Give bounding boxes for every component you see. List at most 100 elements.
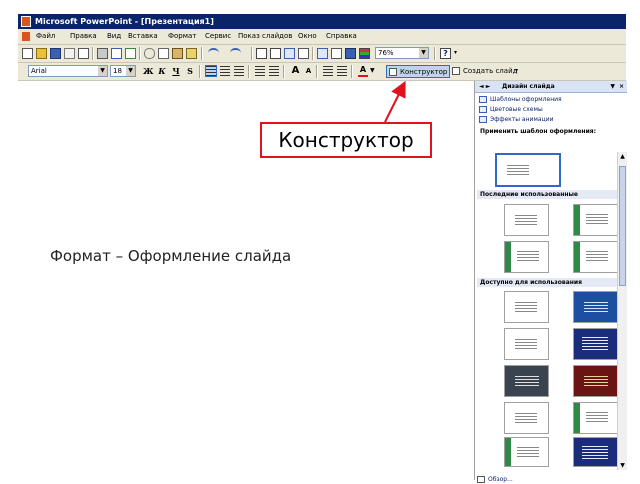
font-size-dropdown-arrow[interactable]: ▼ xyxy=(126,66,135,76)
print-icon[interactable] xyxy=(97,48,108,59)
email-icon[interactable] xyxy=(64,48,75,59)
link-design-templates[interactable]: Шаблоны оформления xyxy=(479,95,562,104)
format-painter-icon[interactable] xyxy=(186,48,197,59)
menu-view[interactable]: Вид xyxy=(105,29,123,44)
zoom-value: 76% xyxy=(378,49,394,57)
task-pane-scrollbar[interactable]: ▲ ▼ xyxy=(617,152,627,470)
cut-icon[interactable] xyxy=(144,48,155,59)
menu-slideshow[interactable]: Показ слайдов xyxy=(236,29,294,44)
show-grid-icon[interactable] xyxy=(345,48,356,59)
shrink-font-button[interactable]: A xyxy=(304,65,313,77)
template-thumbnail[interactable] xyxy=(504,402,549,434)
font-color-dropdown-icon[interactable]: ▼ xyxy=(370,67,375,74)
new-document-icon[interactable] xyxy=(22,48,33,59)
expand-all-icon[interactable] xyxy=(317,48,328,59)
design-button-label: Конструктор xyxy=(400,68,448,76)
template-thumbnail[interactable] xyxy=(504,365,549,397)
print-preview-icon[interactable] xyxy=(111,48,122,59)
menu-bar: Файл Правка Вид Вставка Формат Сервис По… xyxy=(18,29,626,45)
template-thumbnail[interactable] xyxy=(504,437,549,467)
align-center-button[interactable] xyxy=(220,66,230,76)
align-left-button[interactable] xyxy=(205,65,217,77)
annotation-callout: Конструктор xyxy=(260,122,432,158)
help-icon[interactable]: ? xyxy=(440,48,451,59)
menu-file[interactable]: Файл xyxy=(34,29,57,44)
increase-indent-button[interactable] xyxy=(337,66,347,76)
save-icon[interactable] xyxy=(50,48,61,59)
insert-chart-icon[interactable] xyxy=(256,48,267,59)
spelling-icon[interactable] xyxy=(125,48,136,59)
standard-toolbar: 76% ▼ ? ▾ xyxy=(18,45,626,63)
align-right-button[interactable] xyxy=(234,66,244,76)
insert-table-icon[interactable] xyxy=(270,48,281,59)
zoom-dropdown-arrow[interactable]: ▼ xyxy=(419,48,428,58)
copy-icon[interactable] xyxy=(158,48,169,59)
font-size-value: 18 xyxy=(113,67,122,75)
new-slide-button[interactable]: Создать слайд xyxy=(450,65,519,78)
section-apply-template: Применить шаблон оформления: xyxy=(480,128,597,135)
undo-icon[interactable] xyxy=(208,48,219,59)
font-select[interactable]: Arial ▼ xyxy=(28,65,108,77)
scroll-up-arrow-icon[interactable]: ▲ xyxy=(619,153,626,160)
template-thumbnail[interactable] xyxy=(573,328,618,360)
menu-edit[interactable]: Правка xyxy=(68,29,99,44)
title-bar: Microsoft PowerPoint - [Презентация1] xyxy=(18,14,626,29)
template-thumbnail[interactable] xyxy=(573,402,618,434)
animation-schemes-icon xyxy=(479,116,487,123)
color-schemes-icon xyxy=(479,106,487,113)
scroll-down-arrow-icon[interactable]: ▼ xyxy=(619,462,626,469)
link-label: Шаблоны оформления xyxy=(490,96,562,103)
bold-button[interactable]: Ж xyxy=(143,65,154,77)
scrollbar-thumb[interactable] xyxy=(619,166,626,286)
template-thumbnail[interactable] xyxy=(573,241,618,273)
powerpoint-app-icon xyxy=(21,16,31,27)
link-color-schemes[interactable]: Цветовые схемы xyxy=(479,105,543,114)
close-icon[interactable]: × xyxy=(619,81,624,92)
new-slide-button-label: Создать слайд xyxy=(463,67,518,75)
link-animation-schemes[interactable]: Эффекты анимации xyxy=(479,115,554,124)
task-pane-menu-icon[interactable]: ▼ xyxy=(610,81,615,92)
design-button[interactable]: Конструктор xyxy=(386,65,451,78)
font-color-button[interactable]: A xyxy=(358,65,368,77)
menu-format[interactable]: Формат xyxy=(166,29,198,44)
permission-icon[interactable] xyxy=(78,48,89,59)
decrease-indent-button[interactable] xyxy=(323,66,333,76)
insert-picture-icon[interactable] xyxy=(298,48,309,59)
font-dropdown-arrow[interactable]: ▼ xyxy=(98,66,107,76)
menu-help[interactable]: Справка xyxy=(324,29,359,44)
grow-font-button[interactable]: A xyxy=(290,65,301,77)
italic-button[interactable]: К xyxy=(157,65,167,77)
open-folder-icon[interactable] xyxy=(36,48,47,59)
task-pane-back-forward-icon[interactable]: ◄ ► xyxy=(479,81,490,92)
menu-insert[interactable]: Вставка xyxy=(126,29,160,44)
zoom-select[interactable]: 76% ▼ xyxy=(375,47,429,59)
paste-icon[interactable] xyxy=(172,48,183,59)
bullets-button[interactable] xyxy=(269,66,279,76)
menu-tools[interactable]: Сервис xyxy=(203,29,233,44)
template-thumbnail[interactable] xyxy=(504,204,549,236)
template-thumbnail[interactable] xyxy=(504,291,549,323)
task-pane-slide-design: ◄ ► Дизайн слайда ▼ × Шаблоны оформления… xyxy=(474,81,627,483)
section-recent: Последние использованные xyxy=(477,190,617,199)
template-thumbnail[interactable] xyxy=(573,365,618,397)
toolbar-options-icon[interactable]: ▾ xyxy=(515,67,518,74)
shadow-button[interactable]: S xyxy=(185,65,195,77)
design-templates-icon xyxy=(479,96,487,103)
font-size-select[interactable]: 18 ▼ xyxy=(110,65,136,77)
toolbar-options-icon[interactable]: ▾ xyxy=(454,49,457,56)
show-formatting-icon[interactable] xyxy=(331,48,342,59)
template-thumbnail[interactable] xyxy=(573,204,618,236)
redo-icon[interactable] xyxy=(230,48,241,59)
template-thumbnail[interactable] xyxy=(573,291,618,323)
template-thumbnail-current[interactable] xyxy=(495,153,561,187)
template-thumbnail[interactable] xyxy=(573,437,618,467)
color-grayscale-icon[interactable] xyxy=(359,48,370,59)
underline-button[interactable]: Ч xyxy=(171,65,181,77)
template-thumbnail[interactable] xyxy=(504,241,549,273)
window-title: Microsoft PowerPoint - [Презентация1] xyxy=(35,17,214,26)
document-icon[interactable] xyxy=(22,32,30,41)
numbering-button[interactable] xyxy=(255,66,265,76)
tables-borders-icon[interactable] xyxy=(284,48,295,59)
template-thumbnail[interactable] xyxy=(504,328,549,360)
menu-window[interactable]: Окно xyxy=(296,29,319,44)
